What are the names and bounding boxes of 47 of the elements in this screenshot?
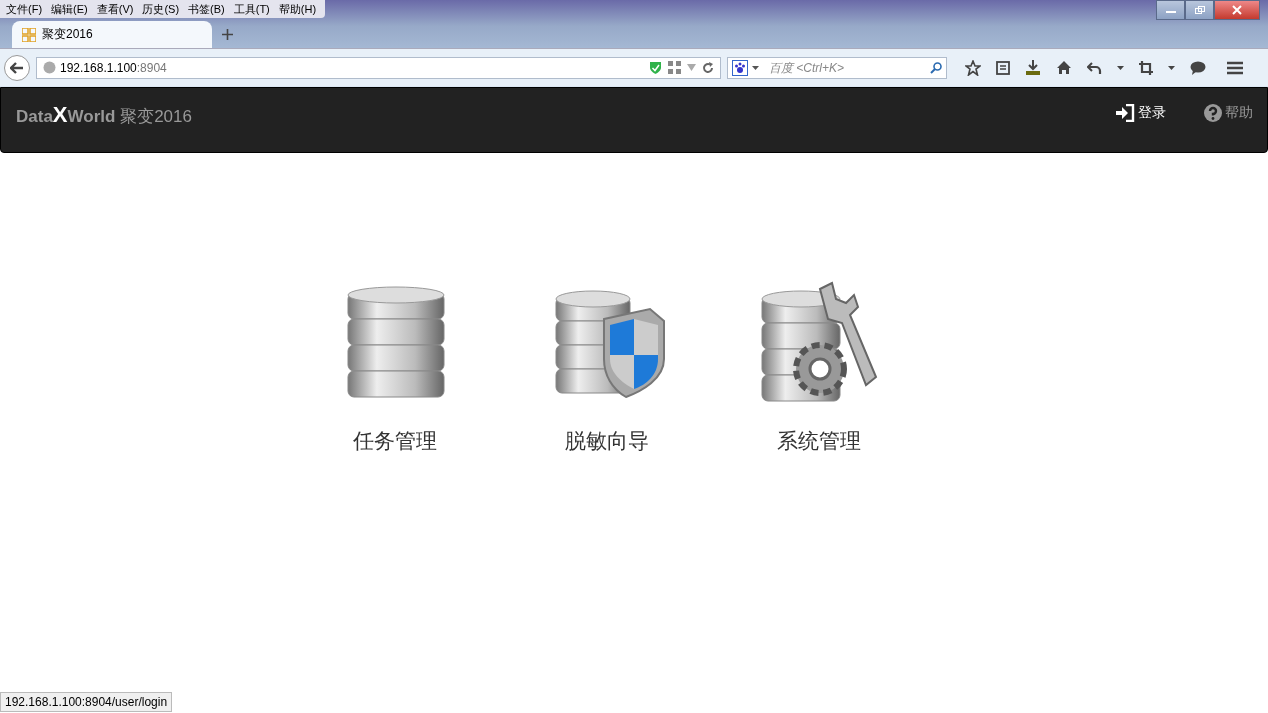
- menu-item[interactable]: 文件(F): [2, 1, 48, 17]
- download-icon[interactable]: [1025, 59, 1041, 76]
- login-link[interactable]: 登录: [1115, 104, 1166, 122]
- back-button[interactable]: [4, 54, 30, 81]
- address-bar[interactable]: 192.168.1.100:8904: [36, 56, 721, 79]
- menu-item[interactable]: 帮助(H): [274, 1, 322, 17]
- star-icon[interactable]: [965, 59, 981, 76]
- clipboard-icon[interactable]: [996, 60, 1010, 75]
- help-icon: [1204, 104, 1222, 122]
- sign-in-icon: [1115, 104, 1135, 122]
- caret-icon[interactable]: [1168, 65, 1175, 70]
- help-link[interactable]: 帮助: [1204, 104, 1253, 122]
- menu-item[interactable]: 查看(V): [92, 1, 139, 17]
- caret-icon[interactable]: [752, 65, 759, 70]
- tile-label[interactable]: 脱敏向导: [565, 427, 649, 455]
- speech-bubble-icon[interactable]: [1190, 60, 1206, 75]
- restore-icon: [1193, 5, 1206, 15]
- reload-icon[interactable]: [702, 61, 714, 74]
- search-field[interactable]: 百度 <Ctrl+K>: [763, 60, 926, 75]
- home-icon[interactable]: [1056, 60, 1072, 75]
- menu-item[interactable]: 历史(S): [138, 1, 185, 17]
- favicon: [22, 27, 36, 42]
- plus-icon[interactable]: [222, 29, 233, 40]
- back-arrow-icon: [10, 61, 24, 74]
- minimize-button[interactable]: [1156, 0, 1185, 20]
- menu-item[interactable]: 编辑(E): [47, 1, 93, 17]
- browser-tab[interactable]: 聚变2016: [12, 21, 212, 48]
- restore-button[interactable]: [1185, 0, 1214, 20]
- menu-item[interactable]: 书签(B): [184, 1, 230, 17]
- menu-item[interactable]: 工具(T): [229, 1, 275, 17]
- menu-icon[interactable]: [1227, 60, 1243, 75]
- close-button[interactable]: [1214, 0, 1260, 20]
- search-icon[interactable]: [930, 61, 942, 74]
- undo-icon[interactable]: [1087, 60, 1102, 75]
- search-box[interactable]: 百度 <Ctrl+K>: [727, 56, 947, 79]
- shield-check-icon: [649, 60, 662, 75]
- url-port: :8904: [136, 60, 167, 75]
- brand-logo[interactable]: DataXWorld 聚变2016: [16, 102, 192, 128]
- caret-icon[interactable]: [1117, 65, 1124, 70]
- crop-icon[interactable]: [1139, 60, 1153, 75]
- url-host: 192.168.1.100: [60, 60, 137, 75]
- qr-code-icon[interactable]: [668, 61, 681, 74]
- tile-label[interactable]: 任务管理: [353, 427, 437, 455]
- close-icon: [1231, 5, 1243, 15]
- tile-label[interactable]: 系统管理: [777, 427, 861, 455]
- status-url: 192.168.1.100:8904/user/login: [0, 692, 173, 712]
- paw-icon: [732, 59, 748, 76]
